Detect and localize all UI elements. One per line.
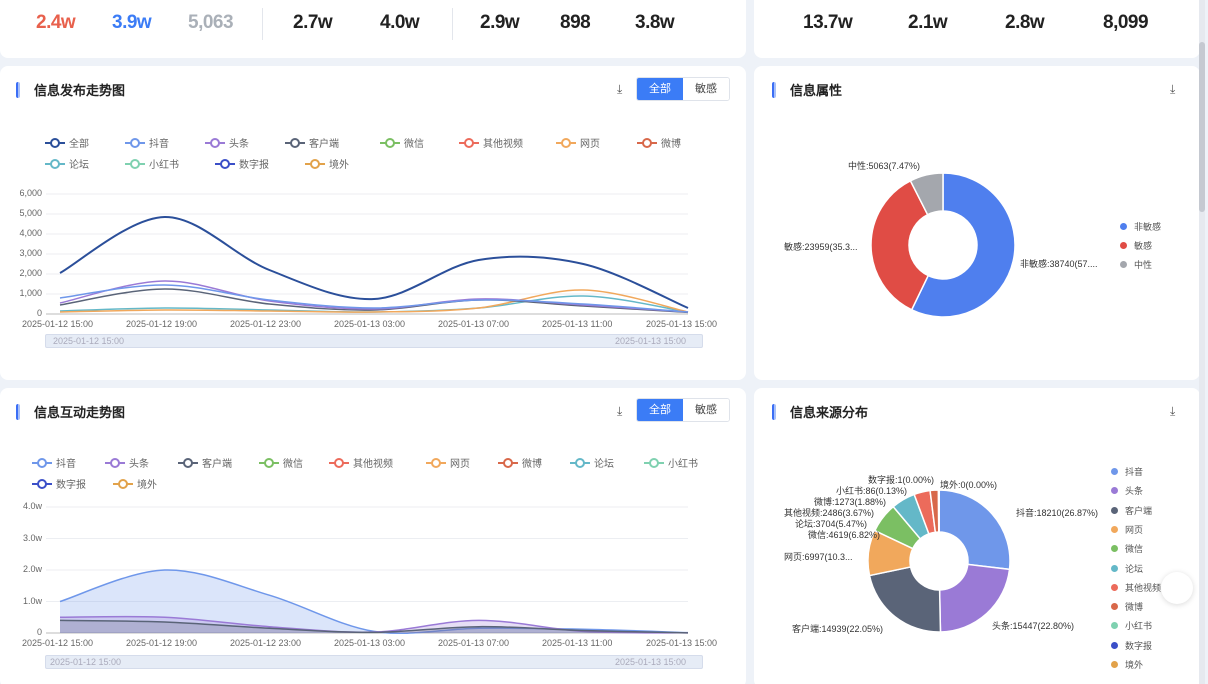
legend-item: 微信 — [1111, 542, 1143, 555]
legend-item: 小红书 — [1111, 619, 1152, 632]
page-scrollbar-thumb[interactable] — [1199, 42, 1205, 212]
legend-dot-icon — [1111, 564, 1118, 572]
legend-label: 论坛 — [1125, 563, 1144, 574]
stat-value: 13.7w — [803, 12, 853, 33]
legend-item: 论坛 — [1111, 562, 1143, 575]
legend-label: 境外 — [1125, 660, 1144, 670]
pie-label-weixin: 微信:4619(6.82%) — [808, 530, 881, 540]
legend-label: 非敏感 — [1134, 222, 1162, 232]
zoom-end-label: 2025-01-13 15:00 — [615, 657, 687, 667]
legend-dot-icon — [1111, 603, 1118, 611]
legend-item: 数字报 — [1111, 639, 1152, 652]
legend-dot-icon — [1111, 622, 1118, 630]
pie-label-douyin: 抖音:18210(26.87%) — [1016, 508, 1099, 518]
legend-item: 其他视频 — [1111, 581, 1161, 594]
pie-label-neutral: 中性:5063(7.47%) — [848, 161, 921, 171]
pie-label-wangye: 网页:6997(10.3... — [784, 552, 853, 562]
legend-label: 其他视频 — [1125, 582, 1162, 593]
pie-label-kehuduan: 客户端:14939(22.05%) — [792, 624, 884, 634]
pie-label-toutiao: 头条:15447(22.80%) — [992, 621, 1075, 631]
pie-label-jingwai: 境外:0(0.00%) — [940, 480, 998, 490]
legend-item: 微博 — [1111, 600, 1143, 613]
legend-item: 非敏感 — [1120, 220, 1161, 233]
interaction-trend-zoom-slider[interactable] — [45, 655, 703, 669]
floating-action-button[interactable] — [1161, 572, 1193, 604]
legend-item: 中性 — [1120, 258, 1152, 271]
stat-value: 2.1w — [908, 12, 948, 33]
pie-label-nonsensitive: 非敏感:38740(57.... — [1020, 259, 1098, 269]
legend-dot-icon — [1111, 583, 1118, 591]
legend-label: 数字报 — [1125, 640, 1153, 651]
legend-label: 网页 — [1125, 524, 1144, 535]
legend-dot-icon — [1111, 545, 1118, 553]
legend-item: 头条 — [1111, 484, 1143, 497]
legend-dot-icon — [1111, 506, 1118, 514]
legend-item: 抖音 — [1111, 465, 1143, 478]
legend-label: 敏感 — [1134, 241, 1153, 251]
legend-label: 抖音 — [1125, 467, 1144, 477]
stat-value: 2.8w — [1005, 12, 1045, 33]
zoom-start-label: 2025-01-12 15:00 — [50, 657, 122, 667]
legend-label: 头条 — [1125, 486, 1144, 497]
stat-value: 8,099 — [1103, 12, 1149, 33]
legend-label: 微博 — [1125, 602, 1144, 613]
legend-dot-icon — [1120, 242, 1127, 249]
legend-item: 网页 — [1111, 523, 1143, 536]
pie-label-sensitive: 敏感:23959(35.3... — [784, 242, 858, 252]
legend-dot-icon — [1120, 261, 1127, 268]
legend-dot-icon — [1111, 641, 1118, 649]
legend-dot-icon — [1111, 468, 1118, 475]
legend-label: 微信 — [1125, 544, 1144, 555]
legend-dot-icon — [1111, 525, 1118, 533]
legend-label: 中性 — [1134, 260, 1153, 270]
legend-dot-icon — [1111, 661, 1118, 668]
legend-dot-icon — [1111, 487, 1118, 495]
legend-label: 客户端 — [1125, 505, 1153, 516]
legend-dot-icon — [1120, 223, 1127, 230]
pie-slice — [938, 489, 1011, 571]
legend-item: 敏感 — [1120, 239, 1152, 252]
legend-item: 境外 — [1111, 658, 1143, 671]
interaction-trend-chart — [46, 506, 689, 635]
legend-item: 客户端 — [1111, 504, 1152, 517]
legend-label: 小红书 — [1125, 621, 1153, 632]
